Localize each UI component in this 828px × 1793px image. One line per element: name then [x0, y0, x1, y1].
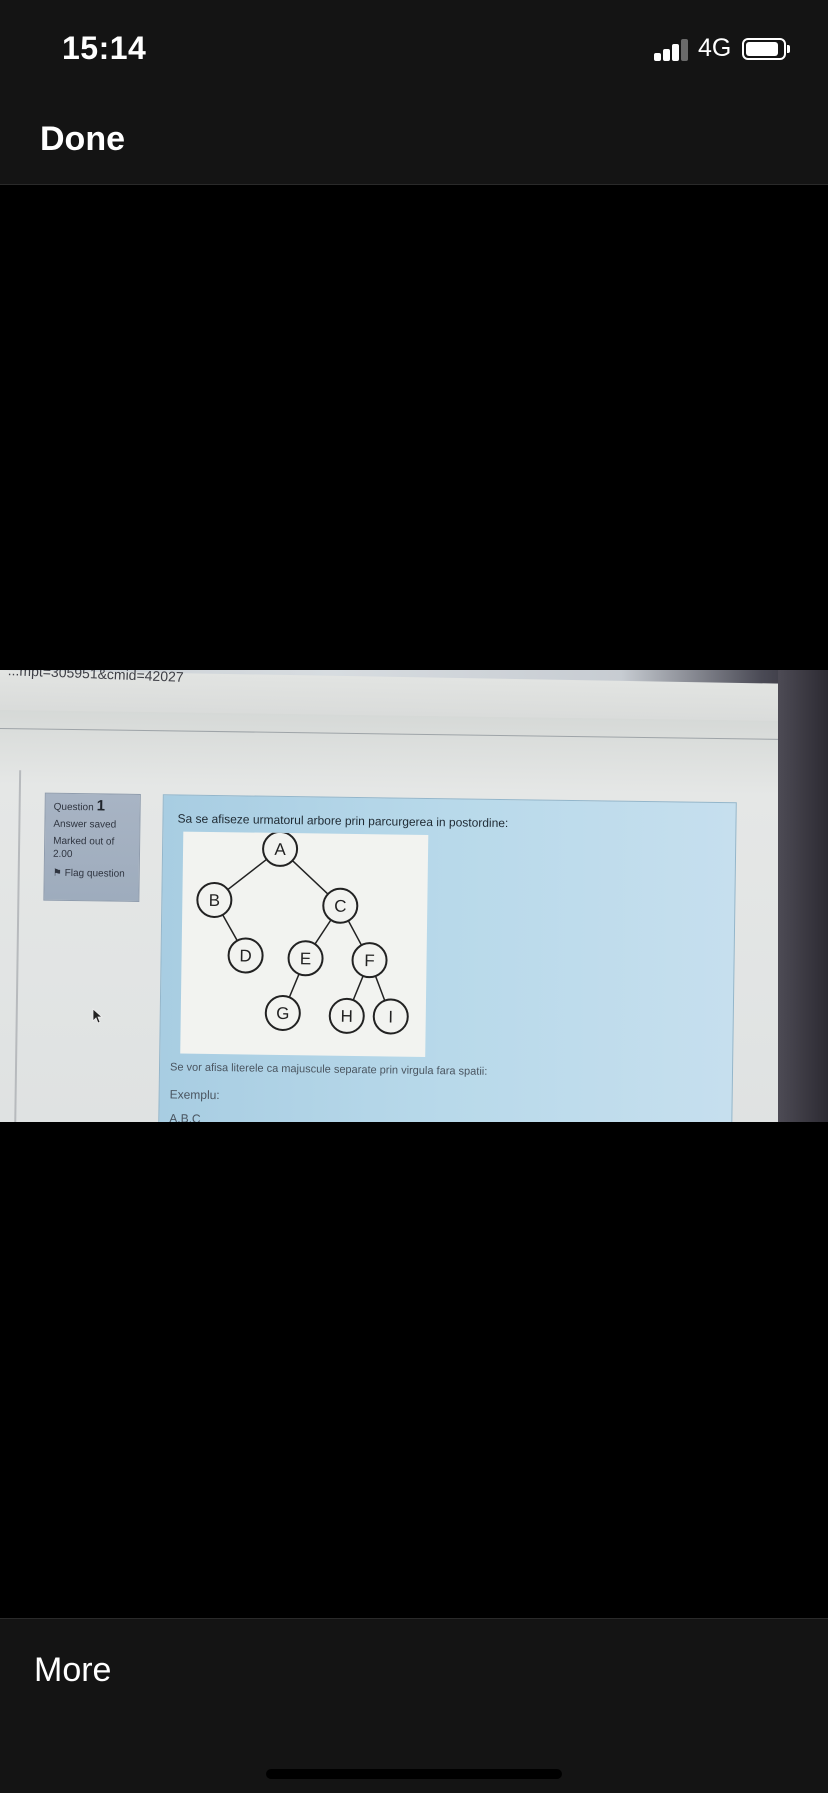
svg-text:G: G	[276, 1004, 289, 1023]
done-button[interactable]: Done	[40, 120, 125, 159]
status-bar: 15:14 4G	[0, 0, 828, 100]
divider	[0, 727, 780, 740]
svg-text:H: H	[340, 1007, 353, 1026]
flag-question-link[interactable]: ⚑ Flag question	[53, 867, 131, 881]
mouse-cursor-icon	[92, 1008, 104, 1024]
status-time: 15:14	[62, 30, 147, 66]
battery-icon	[742, 38, 790, 60]
marked-label: Marked out of	[53, 835, 115, 848]
svg-text:D: D	[239, 946, 252, 965]
svg-text:F: F	[364, 951, 375, 970]
tree-diagram: A B C D E F G H I	[180, 831, 429, 1057]
tree-node-h: H	[328, 997, 365, 1034]
question-info-box: Question 1 Answer saved Marked out of 2.0…	[43, 792, 141, 902]
question-number: Question 1	[53, 797, 106, 815]
tree-node-d: D	[227, 937, 264, 974]
bottom-bar: More	[0, 1618, 828, 1793]
tree-node-b: B	[196, 882, 233, 919]
svg-text:E: E	[300, 949, 312, 968]
example-value: A,B,C	[169, 1111, 201, 1122]
tree-node-f: F	[351, 942, 388, 979]
url-text: ...mpt=305951&cmid=42027	[7, 670, 184, 685]
tree-node-c: C	[322, 887, 359, 924]
example-label: Exemplu:	[169, 1087, 220, 1103]
question-prompt: Sa se afiseze urmatorul arbore prin parc…	[177, 811, 509, 831]
more-button[interactable]: More	[34, 1651, 111, 1690]
svg-text:A: A	[274, 840, 286, 859]
marks-value: 2.00	[52, 848, 73, 861]
photo: ...mpt=305951&cmid=42027 Question 1 Answe…	[0, 670, 828, 1122]
signal-icon	[654, 39, 690, 61]
network-type: 4G	[698, 34, 732, 62]
answer-status: Answer saved	[53, 818, 117, 831]
tree-node-e: E	[287, 940, 324, 977]
question-panel: Sa se afiseze urmatorul arbore prin parc…	[158, 794, 737, 1122]
divider	[14, 770, 22, 1122]
instruction-text: Se vor afisa literele ca majuscule separ…	[169, 1061, 488, 1078]
monitor-bezel	[778, 670, 828, 1122]
svg-text:B: B	[209, 891, 221, 910]
tree-svg: A B C D E F G H I	[196, 831, 409, 1035]
nav-bar: Done	[0, 100, 828, 185]
home-indicator	[266, 1769, 562, 1779]
flag-icon: ⚑	[52, 867, 62, 879]
tree-node-a: A	[262, 831, 299, 867]
tree-node-g: G	[264, 994, 301, 1031]
svg-text:C: C	[334, 897, 347, 916]
flag-label: Flag question	[64, 867, 125, 880]
svg-text:I: I	[388, 1007, 393, 1026]
monitor-screen: Question 1 Answer saved Marked out of 2.0…	[0, 710, 790, 1122]
tree-node-i: I	[372, 998, 409, 1035]
